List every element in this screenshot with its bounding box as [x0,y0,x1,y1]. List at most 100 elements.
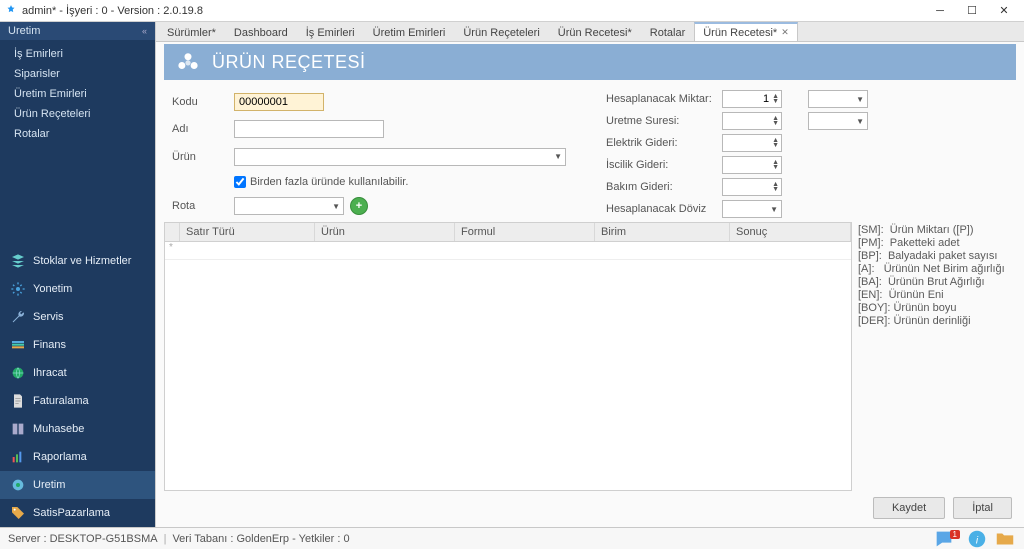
iscilik-spin[interactable]: ▲▼ [722,156,782,174]
folder-icon[interactable] [994,530,1016,548]
spinner-icon[interactable]: ▲▼ [772,116,779,126]
status-auth-label: - Yetkiler : [292,533,340,545]
spinner-icon[interactable]: ▲▼ [772,160,779,170]
spinner-icon[interactable]: ▲▼ [772,182,779,192]
wrench-icon [10,309,26,325]
stack-icon [10,337,26,353]
form-area: Kodu Adı Ürün ▼ Birden fazla üründe kull… [164,80,1016,222]
sidebar: Uretim « İş Emirleri Siparisler Üretim E… [0,22,155,527]
spinner-icon[interactable]: ▲▼ [772,94,779,104]
uretme-suresi-spin[interactable]: ▲▼ [722,112,782,130]
cancel-button[interactable]: İptal [953,497,1012,519]
sidebar-main-yonetim[interactable]: Yonetim [0,275,155,303]
multi-product-label: Birden fazla üründe kullanılabilir. [250,176,408,188]
tab-uretim-emirleri[interactable]: Üretim Emirleri [364,23,455,41]
titlebar: admin* - İşyeri : 0 - Version : 2.0.19.8… [0,0,1024,22]
recipe-grid[interactable]: Satır Türü Ürün Formul Birim Sonuç * [164,222,852,491]
banner-icon [174,48,202,76]
chevron-down-icon: ▼ [856,95,864,104]
minimize-button[interactable]: ─ [924,1,956,21]
col-satir-turu[interactable]: Satır Türü [180,223,315,241]
elektrik-spin[interactable]: ▲▼ [722,134,782,152]
sidebar-main-raporlama[interactable]: Raporlama [0,443,155,471]
status-db-label: Veri Tabanı : [172,533,233,545]
tab-surumler[interactable]: Sürümler* [158,23,225,41]
col-urun[interactable]: Ürün [315,223,455,241]
tab-close-icon[interactable]: ✕ [781,27,789,38]
chevron-down-icon: ▼ [554,152,562,161]
info-icon[interactable]: i [966,530,988,548]
doviz-combo[interactable]: ▼ [722,200,782,218]
adi-input[interactable] [234,120,384,138]
status-auth: 0 [343,533,349,545]
maximize-button[interactable]: ☐ [956,1,988,21]
notification-badge: 1 [950,530,960,539]
grid-new-row[interactable]: * [165,242,851,260]
doviz-label: Hesaplanacak Döviz [606,203,716,215]
tabstrip: Sürümler* Dashboard İş Emirleri Üretim E… [156,22,1024,42]
iscilik-label: İscilik Gideri: [606,159,716,171]
app-icon [4,4,18,18]
sidebar-main-stoklar[interactable]: Stoklar ve Hizmetler [0,247,155,275]
sidebar-item-urun-receteleri[interactable]: Ürün Reçeteleri [0,104,155,124]
gear-icon [10,281,26,297]
spinner-icon[interactable]: ▲▼ [772,138,779,148]
tab-urun-receteleri[interactable]: Ürün Reçeteleri [454,23,548,41]
sidebar-section-header[interactable]: Uretim « [0,22,155,40]
sidebar-main-ihracat[interactable]: Ihracat [0,359,155,387]
adi-label: Adı [172,123,228,135]
sidebar-main-uretim[interactable]: Uretim [0,471,155,499]
sidebar-main-faturalama[interactable]: Faturalama [0,387,155,415]
elektrik-label: Elektrik Gideri: [606,137,716,149]
sidebar-header-label: Uretim [8,25,40,37]
sidebar-item-uretim-emirleri[interactable]: Üretim Emirleri [0,84,155,104]
urun-label: Ürün [172,151,228,163]
kodu-input[interactable] [234,93,324,111]
uretme-suresi-label: Uretme Suresi: [606,115,716,127]
uretme-suresi-unit-combo[interactable]: ▼ [808,112,868,130]
sidebar-item-rotalar[interactable]: Rotalar [0,124,155,144]
footer-buttons: Kaydet İptal [164,491,1016,519]
rota-label: Rota [172,200,228,212]
tab-urun-recetesi-1[interactable]: Ürün Recetesi* [549,23,641,41]
status-db: GoldenErp [236,533,289,545]
save-button[interactable]: Kaydet [873,497,945,519]
multi-product-checkbox[interactable] [234,176,246,188]
chevron-down-icon: ▼ [856,117,864,126]
col-birim[interactable]: Birim [595,223,730,241]
tab-dashboard[interactable]: Dashboard [225,23,297,41]
bakim-label: Bakım Gideri: [606,181,716,193]
col-sonuc[interactable]: Sonuç [730,223,851,241]
form-left: Kodu Adı Ürün ▼ Birden fazla üründe kull… [172,90,566,218]
sidebar-main-muhasebe[interactable]: Muhasebe [0,415,155,443]
sidebar-main-satis[interactable]: SatisPazarlama [0,499,155,527]
status-server-label: Server : [8,533,47,545]
multi-product-checkbox-row[interactable]: Birden fazla üründe kullanılabilir. [234,176,566,188]
hesap-miktar-unit-combo[interactable]: ▼ [808,90,868,108]
tab-urun-recetesi-2[interactable]: Ürün Recetesi*✕ [694,22,798,41]
doc-icon [10,393,26,409]
chevron-down-icon: ▼ [770,205,778,214]
add-rota-button[interactable]: + [350,197,368,215]
grid-body[interactable]: * [165,242,851,490]
sidebar-item-siparisler[interactable]: Siparisler [0,64,155,84]
hesap-miktar-spin[interactable]: 1▲▼ [722,90,782,108]
content-area: Sürümler* Dashboard İş Emirleri Üretim E… [155,22,1024,527]
bakim-spin[interactable]: ▲▼ [722,178,782,196]
sidebar-main-servis[interactable]: Servis [0,303,155,331]
formula-legend: [SM]: Ürün Miktarı ([P]) [PM]: Paketteki… [858,222,1016,491]
urun-combo[interactable]: ▼ [234,148,566,166]
hesap-miktar-label: Hesaplanacak Miktar: [606,93,716,105]
status-server: DESKTOP-G51BSMA [50,533,158,545]
close-button[interactable]: ✕ [988,1,1020,21]
layers-icon [10,253,26,269]
rota-combo[interactable]: ▼ [234,197,344,215]
sidebar-main-finans[interactable]: Finans [0,331,155,359]
collapse-icon[interactable]: « [142,26,147,36]
tab-rotalar[interactable]: Rotalar [641,23,694,41]
form-right: Hesaplanacak Miktar: 1▲▼ ▼ Uretme Suresi… [606,90,878,218]
col-formul[interactable]: Formul [455,223,595,241]
sidebar-item-is-emirleri[interactable]: İş Emirleri [0,44,155,64]
book-icon [10,421,26,437]
tab-is-emirleri[interactable]: İş Emirleri [297,23,364,41]
